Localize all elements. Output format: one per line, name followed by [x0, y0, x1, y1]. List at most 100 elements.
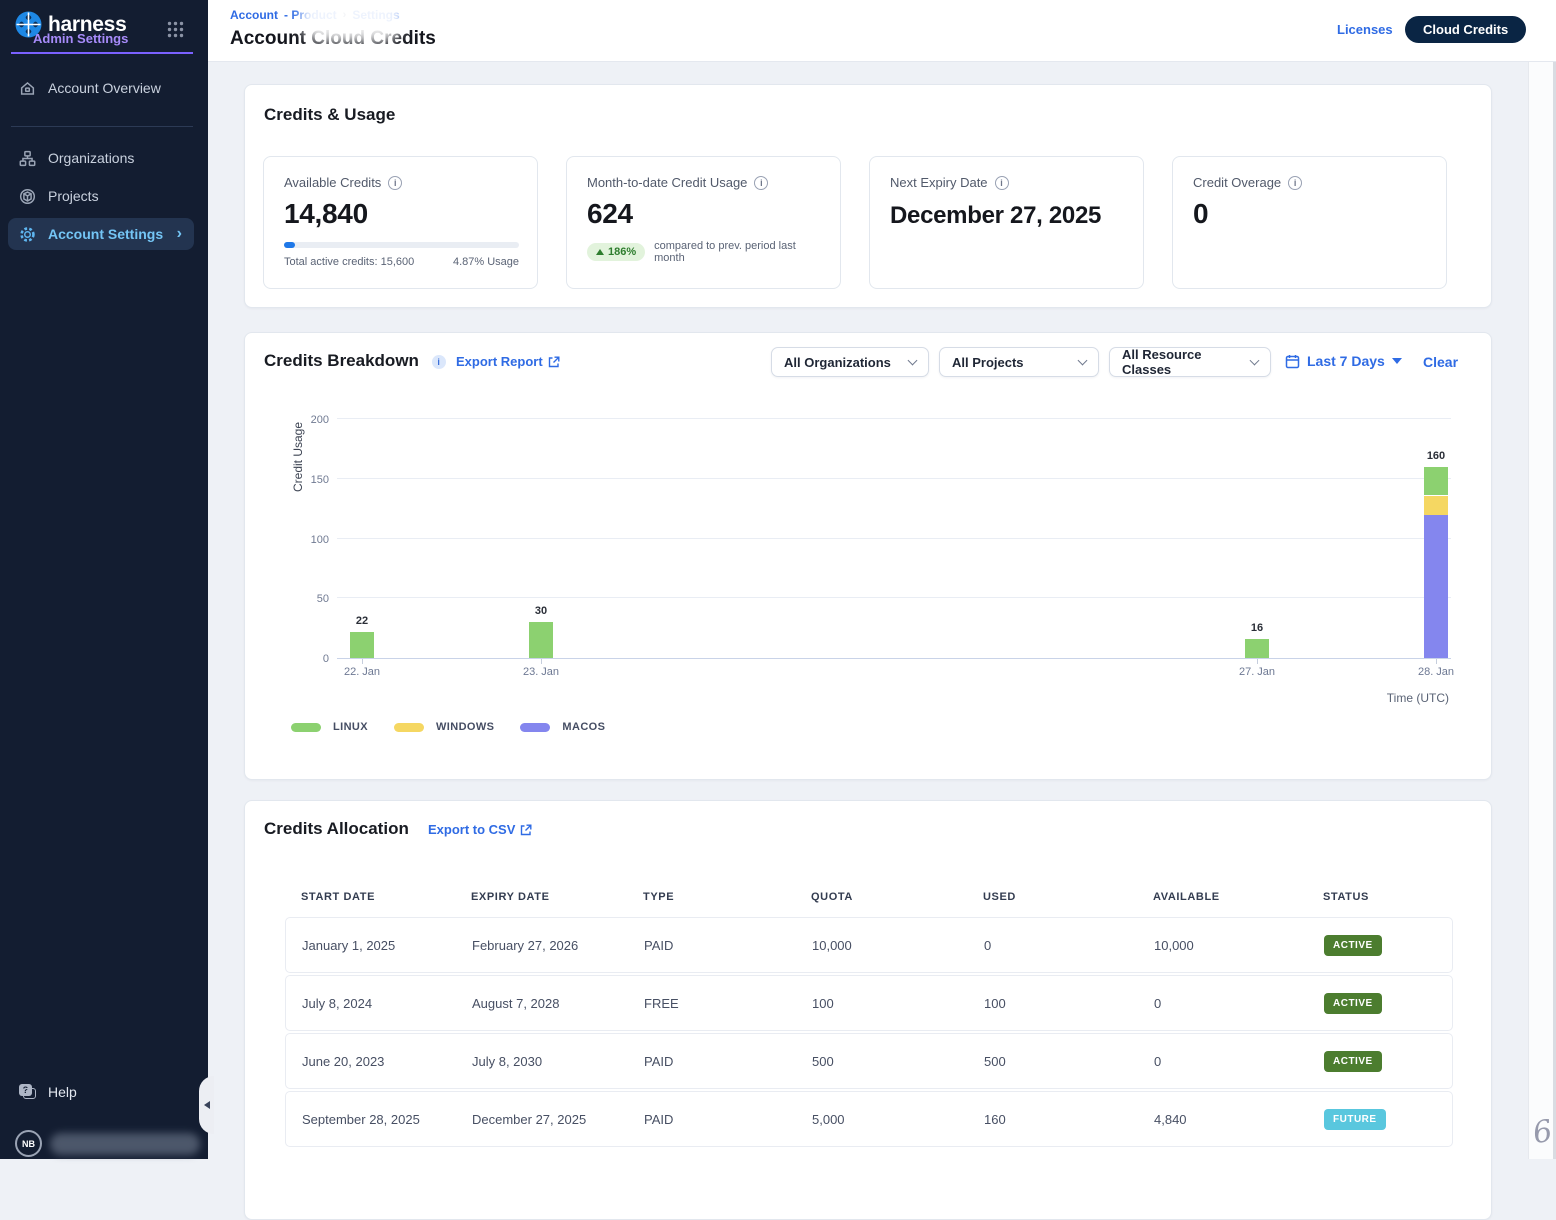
credits-usage-panel: Credits & Usage Available Credits i 14,84…	[244, 84, 1492, 308]
status-badge: ACTIVE	[1324, 1051, 1382, 1072]
chart-bar-segment[interactable]	[1424, 467, 1448, 496]
sidebar-item-label: Organizations	[48, 150, 134, 166]
chart-legend: LINUX WINDOWS MACOS	[291, 721, 605, 733]
avatar[interactable]: NB	[15, 1130, 42, 1157]
calendar-icon	[1285, 354, 1300, 369]
clear-filters-link[interactable]: Clear	[1423, 354, 1458, 370]
table-row[interactable]: January 1, 2025 February 27, 2026 PAID 1…	[285, 917, 1453, 973]
collapse-arrow-icon	[204, 1101, 210, 1109]
available-credits-card: Available Credits i 14,840 Total active c…	[263, 156, 538, 289]
organizations-icon	[19, 150, 36, 167]
breadcrumb-settings[interactable]: Settings	[352, 8, 399, 22]
help-button[interactable]: ? Help	[19, 1084, 77, 1100]
date-range-picker[interactable]: Last 7 Days	[1285, 353, 1402, 369]
projects-filter[interactable]: All Projects	[939, 347, 1099, 377]
chevron-right-icon: ›	[177, 226, 182, 242]
organizations-filter[interactable]: All Organizations	[771, 347, 929, 377]
delta-badge: 186%	[587, 243, 645, 261]
gear-icon	[19, 226, 36, 243]
stat-label: Available Credits	[284, 175, 381, 190]
sidebar: harness Admin Settings Account Overview …	[0, 0, 208, 1159]
info-icon[interactable]: i	[995, 176, 1009, 190]
projects-cube-icon	[19, 188, 36, 205]
scrollbar-track[interactable]	[1528, 62, 1553, 1159]
chart-bar-segment[interactable]	[1424, 515, 1448, 658]
table-row[interactable]: June 20, 2023 July 8, 2030 PAID 500 500 …	[285, 1033, 1453, 1089]
sidebar-item-organizations[interactable]: Organizations	[8, 142, 194, 174]
user-name-redacted	[50, 1133, 200, 1155]
credits-usage-heading: Credits & Usage	[264, 105, 395, 125]
sidebar-item-projects[interactable]: Projects	[8, 180, 194, 212]
credits-breakdown-heading: Credits Breakdown i	[264, 351, 446, 371]
macos-swatch-icon	[520, 723, 550, 732]
credit-usage-chart-plot[interactable]: 0501001502002222. Jan3023. Jan1627. Jan1…	[337, 420, 1451, 659]
chart-bar-segment[interactable]	[350, 632, 374, 658]
mtd-usage-card: Month-to-date Credit Usagei 624 186% com…	[566, 156, 841, 289]
breadcrumb-account[interactable]: Account	[230, 8, 278, 22]
delta-note: compared to prev. period last month	[654, 240, 820, 264]
available-credits-value: 14,840	[284, 198, 517, 230]
col-header: EXPIRY DATE	[455, 891, 627, 903]
cloud-credits-button[interactable]: Cloud Credits	[1405, 16, 1526, 43]
table-row[interactable]: July 8, 2024 August 7, 2028 FREE 100 100…	[285, 975, 1453, 1031]
col-header: AVAILABLE	[1137, 891, 1307, 903]
table-header-row: START DATE EXPIRY DATE TYPE QUOTA USED A…	[285, 891, 1453, 917]
chart-bar-segment[interactable]	[529, 622, 553, 658]
chart-bar-segment[interactable]	[1424, 496, 1448, 515]
chevron-down-icon	[1078, 356, 1088, 366]
page-title: Account Cloud Credits	[230, 28, 436, 50]
sidebar-collapse-handle[interactable]	[199, 1076, 214, 1134]
help-icon: ?	[19, 1084, 37, 1100]
module-grid-icon[interactable]	[166, 20, 185, 44]
status-badge: FUTURE	[1324, 1109, 1386, 1130]
legend-item[interactable]: MACOS	[520, 721, 605, 733]
total-active-credits: Total active credits: 15,600	[284, 256, 414, 268]
x-axis-title: Time (UTC)	[1387, 691, 1449, 705]
next-expiry-card: Next Expiry Date i December 27, 2025	[869, 156, 1144, 289]
breadcrumb[interactable]: Account - Product › Settings	[230, 8, 400, 22]
credit-overage-card: Credit Overagei 0	[1172, 156, 1447, 289]
external-link-icon	[548, 356, 560, 368]
credits-progress-fill	[284, 242, 295, 248]
external-link-icon	[520, 824, 532, 836]
col-header: QUOTA	[795, 891, 967, 903]
arrow-up-icon	[596, 249, 604, 255]
info-icon[interactable]: i	[388, 176, 402, 190]
resource-classes-filter[interactable]: All Resource Classes	[1109, 347, 1271, 377]
user-profile[interactable]: NB	[15, 1130, 200, 1157]
sidebar-accent-rule	[11, 52, 193, 54]
chart-bar-segment[interactable]	[1245, 639, 1269, 658]
col-header: USED	[967, 891, 1137, 903]
legend-item[interactable]: LINUX	[291, 721, 368, 733]
breadcrumb-separator-icon: ›	[343, 9, 347, 21]
stat-label: Credit Overage	[1193, 175, 1281, 190]
info-icon[interactable]: i	[754, 176, 768, 190]
allocation-table: START DATE EXPIRY DATE TYPE QUOTA USED A…	[285, 891, 1453, 1149]
col-header: START DATE	[285, 891, 455, 903]
linux-swatch-icon	[291, 723, 321, 732]
col-header: STATUS	[1307, 891, 1453, 903]
admin-settings-subtitle: Admin Settings	[33, 31, 128, 46]
windows-swatch-icon	[394, 723, 424, 732]
sidebar-item-account-settings[interactable]: Account Settings ›	[8, 218, 194, 250]
credits-allocation-panel: Credits Allocation Export to CSV START D…	[244, 800, 1492, 1220]
sidebar-item-account-overview[interactable]: Account Overview	[8, 72, 194, 104]
next-expiry-value: December 27, 2025	[890, 200, 1105, 232]
info-icon[interactable]: i	[432, 355, 446, 369]
chevron-down-icon	[908, 356, 918, 366]
export-csv-link[interactable]: Export to CSV	[428, 822, 532, 837]
page-header: Account - Product › Settings Account Clo…	[208, 0, 1556, 62]
usage-percent: 4.87% Usage	[453, 256, 519, 268]
col-header: TYPE	[627, 891, 795, 903]
table-row[interactable]: September 28, 2025 December 27, 2025 PAI…	[285, 1091, 1453, 1147]
stat-label: Next Expiry Date	[890, 175, 988, 190]
export-report-link[interactable]: Export Report	[456, 354, 560, 369]
licenses-link[interactable]: Licenses	[1337, 22, 1393, 37]
sidebar-divider	[11, 126, 193, 127]
mtd-usage-value: 624	[587, 198, 820, 230]
breadcrumb-product[interactable]: - Product	[284, 8, 337, 22]
help-label: Help	[48, 1084, 77, 1100]
legend-item[interactable]: WINDOWS	[394, 721, 494, 733]
info-icon[interactable]: i	[1288, 176, 1302, 190]
sidebar-item-label: Account Overview	[48, 80, 161, 96]
